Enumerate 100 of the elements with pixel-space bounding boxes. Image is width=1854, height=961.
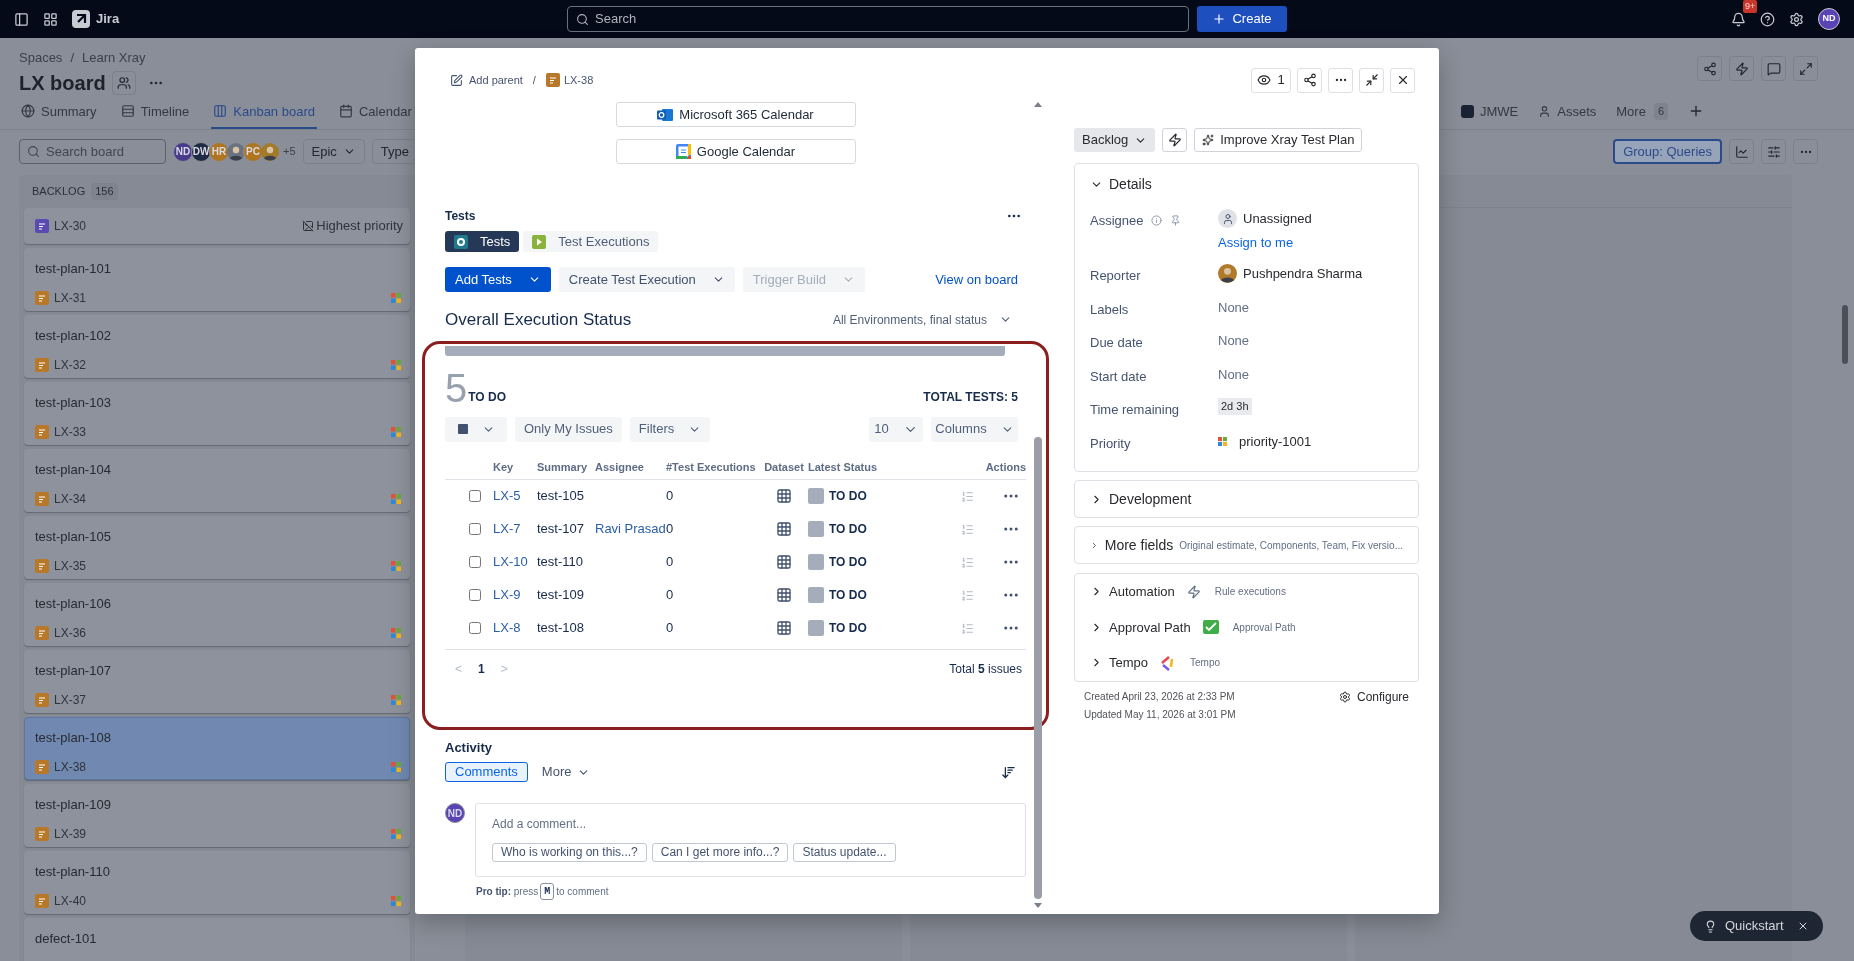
board-tab[interactable]: Timeline — [118, 101, 192, 129]
more-dropdown[interactable]: More — [541, 762, 591, 782]
settings-icon[interactable] — [1789, 11, 1804, 27]
action-button[interactable]: Create Test Execution — [558, 267, 735, 292]
row-checkbox[interactable] — [469, 556, 481, 568]
filter-button[interactable]: Filters — [629, 416, 711, 442]
collapsible-section[interactable]: More fields Original estimate, Components, Team, Fix versio... — [1074, 526, 1419, 564]
add-parent-button[interactable]: Add parent — [450, 71, 523, 89]
board-card[interactable]: test-plan-101 LX-31 — [24, 248, 410, 311]
suggestion-button[interactable]: Status update... — [793, 842, 896, 862]
suggestion-button[interactable]: Can I get more info...? — [651, 842, 789, 862]
field-value[interactable]: None — [1218, 331, 1250, 351]
chart-button[interactable] — [1729, 139, 1754, 164]
row-checkbox[interactable] — [469, 589, 481, 601]
assignee-link[interactable]: Ravi Prasad — [595, 519, 666, 539]
issue-key-link[interactable]: LX-5 — [493, 486, 537, 506]
row-checkbox[interactable] — [469, 490, 481, 502]
board-card[interactable]: LX-30 Highest priority — [24, 208, 410, 244]
tests-tab[interactable]: Tests — [445, 231, 520, 252]
calendar-button[interactable]: Google Calendar — [615, 139, 856, 164]
comment-box[interactable]: Add a comment... Who is working on this...? Can I get more info...? Status update... — [475, 803, 1026, 877]
feedback-button[interactable] — [1761, 56, 1786, 81]
board-tab[interactable]: Assets — [1538, 101, 1597, 129]
quickstart-button[interactable]: Quickstart — [1690, 911, 1823, 941]
environment-dropdown[interactable]: All Environments, final status — [832, 310, 1012, 329]
watchers-button[interactable]: 1 — [1251, 67, 1291, 93]
board-card[interactable]: test-plan-109 LX-39 — [24, 784, 410, 847]
automation-button[interactable] — [1162, 128, 1188, 152]
dataset-icon[interactable] — [776, 587, 792, 603]
close-icon[interactable] — [1797, 920, 1809, 932]
view-on-board-link[interactable]: View on board — [935, 269, 1018, 290]
details-toggle[interactable]: Details — [1090, 174, 1152, 195]
dataset-icon[interactable] — [776, 521, 792, 537]
status-filter-dropdown[interactable] — [445, 416, 507, 442]
product-name[interactable]: Jira — [96, 9, 120, 29]
improve-button[interactable]: Improve Xray Test Plan — [1194, 128, 1363, 152]
user-avatar[interactable]: ND — [1818, 8, 1840, 30]
group-button[interactable]: Group: Queries — [1613, 139, 1722, 164]
action-button[interactable]: Add Tests — [445, 267, 551, 292]
issue-key-link[interactable]: LX-7 — [493, 519, 537, 539]
field-value[interactable]: None — [1218, 297, 1250, 317]
board-tab[interactable]: More 6 — [1616, 101, 1668, 129]
help-icon[interactable] — [1760, 11, 1775, 27]
board-card[interactable]: test-plan-107 LX-37 — [24, 650, 410, 713]
app-switcher-icon[interactable] — [43, 11, 58, 27]
collapse-button[interactable] — [1359, 67, 1384, 93]
info-icon[interactable] — [1151, 215, 1163, 227]
columns-dropdown[interactable]: Columns — [931, 416, 1018, 442]
field-value[interactable]: None — [1218, 364, 1250, 384]
board-card[interactable]: test-plan-110 LX-40 — [24, 851, 410, 914]
app-section[interactable]: Automation Rule executions — [1090, 582, 1403, 602]
board-card[interactable]: test-plan-106 LX-36 — [24, 583, 410, 646]
page-number[interactable]: 1 — [478, 660, 485, 678]
issue-key-link[interactable]: LX-9 — [493, 585, 537, 605]
assign-link[interactable]: Assign to me — [1218, 232, 1403, 252]
issue-key-link[interactable]: LX-8 — [493, 618, 537, 638]
field-value[interactable]: Pushpendra Sharma — [1243, 264, 1363, 284]
field-value[interactable]: priority-1001 — [1239, 431, 1312, 451]
sidebar-icon[interactable] — [14, 11, 29, 27]
app-section[interactable]: Approval Path Approval Path — [1090, 617, 1403, 637]
board-card[interactable]: defect-101 — [24, 918, 410, 961]
sliders-button[interactable] — [1761, 139, 1786, 164]
lightning-button[interactable] — [1729, 56, 1754, 81]
calendar-button[interactable]: Microsoft 365 Calendar — [615, 102, 856, 127]
app-section[interactable]: Tempo Tempo — [1090, 653, 1403, 673]
board-tab[interactable]: JMWE — [1460, 101, 1519, 129]
scroll-up-icon[interactable] — [1034, 102, 1042, 107]
people-button[interactable] — [111, 70, 136, 95]
collapsible-section[interactable]: Development — [1074, 480, 1419, 518]
field-value[interactable]: 2d 3h — [1218, 398, 1252, 415]
status-dropdown[interactable]: Backlog — [1074, 128, 1156, 152]
dataset-icon[interactable] — [776, 488, 792, 504]
scroll-down-icon[interactable] — [1034, 903, 1042, 908]
dataset-icon[interactable] — [776, 554, 792, 570]
activity-tab[interactable]: Comments — [445, 762, 528, 782]
issue-key-link[interactable]: LX-10 — [493, 552, 537, 572]
page-size-dropdown[interactable]: 10 — [869, 416, 923, 442]
search-field[interactable]: Search — [567, 6, 1189, 32]
board-tab[interactable]: Calendar — [336, 101, 414, 129]
issue-key-link[interactable]: LX-38 — [563, 71, 594, 89]
board-card[interactable]: test-plan-103 LX-33 — [24, 382, 410, 445]
filter-dropdown[interactable]: Epic — [302, 139, 365, 164]
expand-button[interactable] — [1793, 56, 1818, 81]
filter-button[interactable]: Only My Issues — [515, 416, 622, 442]
suggestion-button[interactable]: Who is working on this...? — [492, 842, 647, 862]
scrollbar-thumb[interactable] — [1034, 437, 1042, 899]
board-tab[interactable]: Summary — [19, 101, 99, 129]
tests-tab[interactable]: Test Executions — [523, 231, 659, 252]
dataset-icon[interactable] — [776, 620, 792, 636]
notification-icon[interactable] — [1731, 11, 1746, 27]
board-card[interactable]: test-plan-102 LX-32 — [24, 315, 410, 378]
board-card[interactable]: test-plan-104 LX-34 — [24, 449, 410, 512]
configure-button[interactable]: Configure — [1338, 688, 1409, 705]
board-card[interactable]: test-plan-105 LX-35 — [24, 516, 410, 579]
sort-icon[interactable] — [1001, 764, 1016, 780]
field-value[interactable]: Unassigned — [1243, 209, 1312, 229]
board-card[interactable]: test-plan-108 LX-38 — [24, 717, 410, 780]
scrollbar-thumb[interactable] — [1842, 305, 1848, 364]
close-button[interactable] — [1390, 67, 1415, 93]
create-button[interactable]: Create — [1197, 6, 1287, 32]
